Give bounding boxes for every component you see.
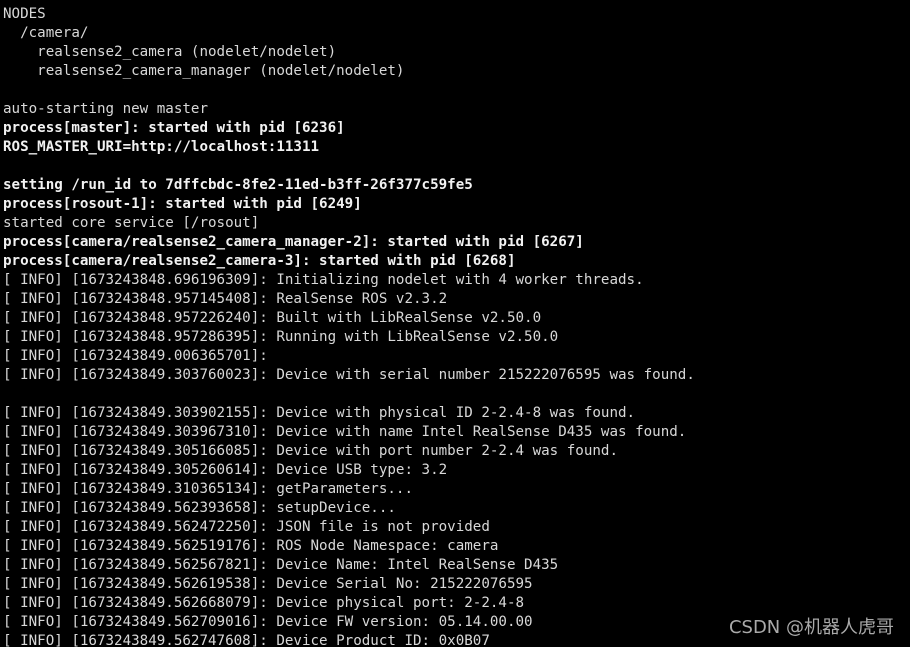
terminal-line: auto-starting new master xyxy=(3,101,208,117)
terminal-line: /camera/ xyxy=(3,25,89,41)
terminal-line: [ INFO] [1673243849.562393658]: setupDev… xyxy=(3,500,396,516)
terminal-line: [ INFO] [1673243849.562567821]: Device N… xyxy=(3,557,559,573)
terminal-line: [ INFO] [1673243848.957286395]: Running … xyxy=(3,329,559,345)
terminal-line: started core service [/rosout] xyxy=(3,215,260,231)
terminal-line: process[camera/realsense2_camera_manager… xyxy=(3,234,584,250)
terminal-line: [ INFO] [1673243849.310365134]: getParam… xyxy=(3,481,413,497)
terminal-line: [ INFO] [1673243849.305166085]: Device w… xyxy=(3,443,618,459)
terminal-line: [ INFO] [1673243849.303760023]: Device w… xyxy=(3,367,695,383)
terminal-line: [ INFO] [1673243848.957145408]: RealSens… xyxy=(3,291,448,307)
terminal-line: process[camera/realsense2_camera-3]: sta… xyxy=(3,253,516,269)
terminal-line: [ INFO] [1673243849.562519176]: ROS Node… xyxy=(3,538,499,554)
terminal-lines: NODES /camera/ realsense2_camera (nodele… xyxy=(3,5,910,647)
watermark: CSDN @机器人虎哥 xyxy=(728,617,894,638)
terminal-line: [ INFO] [1673243849.006365701]: xyxy=(3,348,268,364)
terminal-line: [ INFO] [1673243849.303967310]: Device w… xyxy=(3,424,687,440)
terminal-line: [ INFO] [1673243849.562472250]: JSON fil… xyxy=(3,519,490,535)
terminal-line: [ INFO] [1673243848.957226240]: Built wi… xyxy=(3,310,542,326)
terminal-line: realsense2_camera (nodelet/nodelet) xyxy=(3,44,337,60)
terminal-line: [ INFO] [1673243849.562619538]: Device S… xyxy=(3,576,533,592)
terminal-line: [ INFO] [1673243849.562668079]: Device p… xyxy=(3,595,525,611)
terminal-line: ROS_MASTER_URI=http://localhost:11311 xyxy=(3,139,320,155)
terminal-line: [ INFO] [1673243849.303902155]: Device w… xyxy=(3,405,636,421)
terminal-line: NODES xyxy=(3,6,46,22)
terminal-line: realsense2_camera_manager (nodelet/nodel… xyxy=(3,63,405,79)
terminal-line: [ INFO] [1673243848.696196309]: Initiali… xyxy=(3,272,644,288)
terminal-line: process[rosout-1]: started with pid [624… xyxy=(3,196,362,212)
terminal-line: [ INFO] [1673243849.305260614]: Device U… xyxy=(3,462,448,478)
terminal-line: process[master]: started with pid [6236] xyxy=(3,120,345,136)
terminal-output[interactable]: NODES /camera/ realsense2_camera (nodele… xyxy=(0,0,910,647)
terminal-line: setting /run_id to 7dffcbdc-8fe2-11ed-b3… xyxy=(3,177,473,193)
